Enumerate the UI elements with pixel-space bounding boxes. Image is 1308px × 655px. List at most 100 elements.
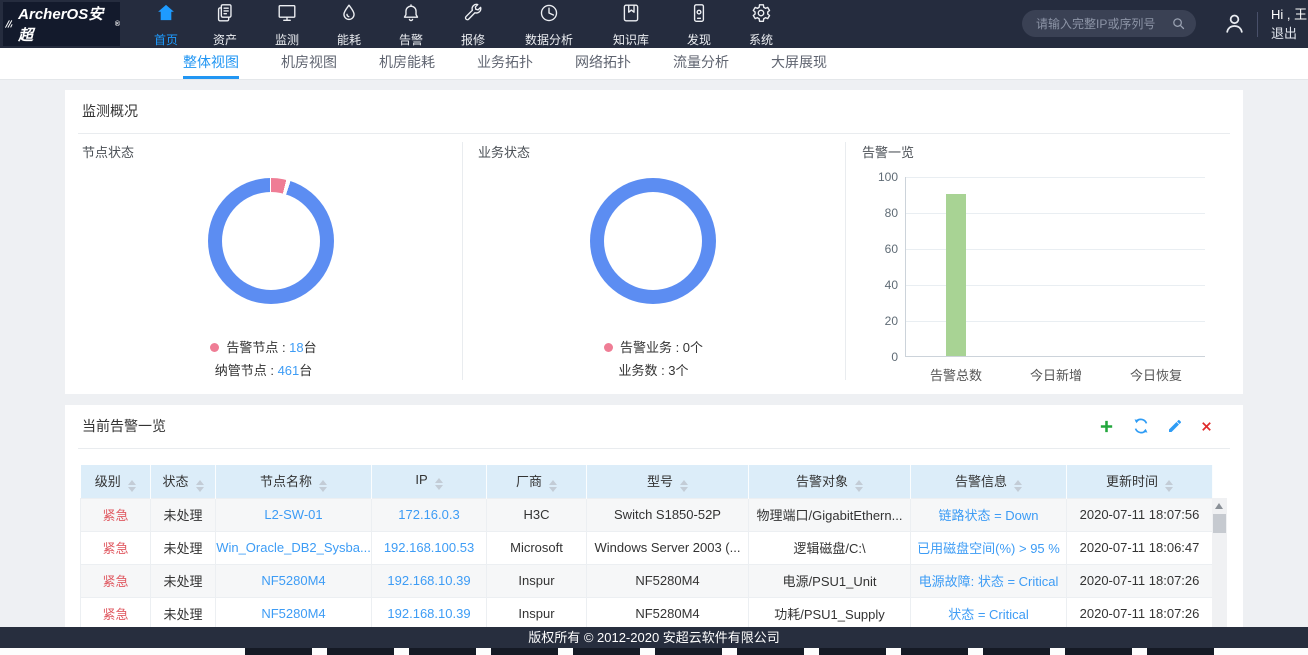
sort-carets-icon[interactable]	[128, 480, 136, 492]
cell-7[interactable]: 链路状态 = Down	[911, 498, 1067, 531]
user-icon[interactable]	[1222, 11, 1247, 36]
cell-5: Switch S1850-52P	[587, 498, 749, 531]
sort-carets-icon[interactable]	[680, 480, 688, 492]
cell-7[interactable]: 已用磁盘空间(%) > 95 %	[911, 531, 1067, 564]
nav-item-label: 知识库	[613, 31, 649, 48]
nav-item-assets[interactable]: 资产	[194, 0, 256, 48]
nav-item-data-analysis[interactable]: 数据分析	[504, 0, 594, 48]
top-navbar: ArcherOS安超® 首页资产监测能耗告警报修数据分析知识库发现系统 Hi ,…	[0, 0, 1308, 48]
sort-carets-icon[interactable]	[1165, 480, 1173, 492]
legend-bullet-icon	[210, 343, 219, 352]
sort-carets-icon[interactable]	[196, 480, 204, 492]
cell-3[interactable]: 192.168.100.53	[372, 531, 487, 564]
tab-1[interactable]: 机房视图	[281, 48, 337, 79]
cell-3[interactable]: 192.168.10.39	[372, 564, 487, 597]
sort-carets-icon[interactable]	[319, 480, 327, 492]
column-header-7[interactable]: 告警信息	[911, 465, 1067, 498]
tab-2[interactable]: 机房能耗	[379, 48, 435, 79]
cell-6: 电源/PSU1_Unit	[749, 564, 911, 597]
edit-button[interactable]	[1167, 418, 1183, 434]
nav-item-monitor[interactable]: 监测	[256, 0, 318, 48]
bottom-strip-block	[983, 648, 1050, 655]
alarm-icon	[400, 2, 422, 29]
column-header-label: 级别	[95, 474, 121, 489]
bottom-strip-block	[819, 648, 886, 655]
column-header-6[interactable]: 告警对象	[749, 465, 911, 498]
nav-item-label: 发现	[687, 31, 711, 48]
nav-item-energy[interactable]: 能耗	[318, 0, 380, 48]
nav-item-label: 资产	[213, 31, 237, 48]
nav-item-alarm[interactable]: 告警	[380, 0, 442, 48]
view-tabbar: 整体视图 机房视图 机房能耗 业务拓扑 网络拓扑 流量分析 大屏展现	[0, 48, 1308, 80]
search-icon[interactable]	[1171, 16, 1186, 31]
nav-item-label: 数据分析	[525, 31, 573, 48]
cell-2[interactable]: NF5280M4	[216, 564, 372, 597]
y-axis-tick-label: 40	[856, 278, 898, 292]
user-greeting: Hi , 王	[1271, 5, 1307, 24]
column-header-4[interactable]: 厂商	[487, 465, 587, 498]
add-button[interactable]	[1098, 418, 1115, 435]
tab-4[interactable]: 网络拓扑	[575, 48, 631, 79]
search-input[interactable]	[1022, 17, 1171, 31]
cell-3[interactable]: 192.168.10.39	[372, 597, 487, 630]
tab-3[interactable]: 业务拓扑	[477, 48, 533, 79]
panel-divider	[845, 142, 846, 380]
table-scrollbar[interactable]	[1212, 498, 1227, 630]
column-header-label: 状态	[162, 474, 188, 489]
table-row[interactable]: 紧急未处理NF5280M4192.168.10.39InspurNF5280M4…	[81, 597, 1213, 630]
cell-8: 2020-07-11 18:07:26	[1067, 597, 1213, 630]
column-header-0[interactable]: 级别	[81, 465, 151, 498]
alerts-divider	[78, 448, 1230, 449]
cell-7[interactable]: 状态 = Critical	[911, 597, 1067, 630]
column-header-2[interactable]: 节点名称	[216, 465, 372, 498]
nav-item-knowledge[interactable]: 知识库	[594, 0, 668, 48]
sort-carets-icon[interactable]	[1014, 480, 1022, 492]
refresh-button[interactable]	[1132, 417, 1150, 435]
nav-item-repair[interactable]: 报修	[442, 0, 504, 48]
cell-2[interactable]: L2-SW-01	[216, 498, 372, 531]
table-row[interactable]: 紧急未处理Win_Oracle_DB2_Sysba...192.168.100.…	[81, 531, 1213, 564]
tab-5[interactable]: 流量分析	[673, 48, 729, 79]
monitor-icon	[276, 2, 298, 29]
navbar-divider	[1257, 12, 1258, 37]
logout-link[interactable]: 退出	[1271, 24, 1307, 43]
table-row[interactable]: 紧急未处理NF5280M4192.168.10.39InspurNF5280M4…	[81, 564, 1213, 597]
node-status-donut-chart	[208, 178, 334, 304]
cell-6: 功耗/PSU1_Supply	[749, 597, 911, 630]
column-header-1[interactable]: 状态	[151, 465, 216, 498]
column-header-label: 告警对象	[796, 474, 848, 489]
scrollbar-thumb[interactable]	[1213, 514, 1226, 533]
cell-2[interactable]: NF5280M4	[216, 597, 372, 630]
cell-2[interactable]: Win_Oracle_DB2_Sysba...	[216, 531, 372, 564]
cell-1: 未处理	[151, 498, 216, 531]
column-header-5[interactable]: 型号	[587, 465, 749, 498]
nav-item-home[interactable]: 首页	[138, 0, 194, 48]
cell-7[interactable]: 电源故障: 状态 = Critical	[911, 564, 1067, 597]
tab-6[interactable]: 大屏展现	[771, 48, 827, 79]
sort-carets-icon[interactable]	[435, 478, 443, 490]
sort-carets-icon[interactable]	[855, 480, 863, 492]
y-axis-tick-label: 100	[856, 170, 898, 184]
legend-line: 告警节点 : 18台	[65, 336, 462, 359]
sort-carets-icon[interactable]	[549, 480, 557, 492]
column-header-label: 节点名称	[260, 474, 312, 489]
tab-0[interactable]: 整体视图	[183, 48, 239, 79]
scrollbar-up-arrow-icon[interactable]	[1215, 503, 1223, 509]
delete-button[interactable]	[1200, 420, 1213, 433]
alarm-bar-chart: 020406080100告警总数今日新增今日恢复	[905, 177, 1205, 357]
legend-line: 告警业务 : 0个	[462, 336, 845, 359]
nav-item-system[interactable]: 系统	[730, 0, 792, 48]
cell-0: 紧急	[81, 531, 151, 564]
monitoring-overview-card: 监测概况 节点状态 业务状态 告警一览 告警节点 : 18台纳管节点 : 461…	[65, 90, 1243, 394]
bottom-strip-block	[1065, 648, 1132, 655]
cell-8: 2020-07-11 18:07:56	[1067, 498, 1213, 531]
cell-0: 紧急	[81, 597, 151, 630]
table-row[interactable]: 紧急未处理L2-SW-01172.16.0.3H3CSwitch S1850-5…	[81, 498, 1213, 531]
energy-icon	[338, 2, 360, 29]
chart-gridline	[906, 177, 1205, 178]
column-header-3[interactable]: IP	[372, 465, 487, 498]
overview-divider	[78, 133, 1230, 134]
cell-3[interactable]: 172.16.0.3	[372, 498, 487, 531]
column-header-8[interactable]: 更新时间	[1067, 465, 1213, 498]
nav-item-discover[interactable]: 发现	[668, 0, 730, 48]
